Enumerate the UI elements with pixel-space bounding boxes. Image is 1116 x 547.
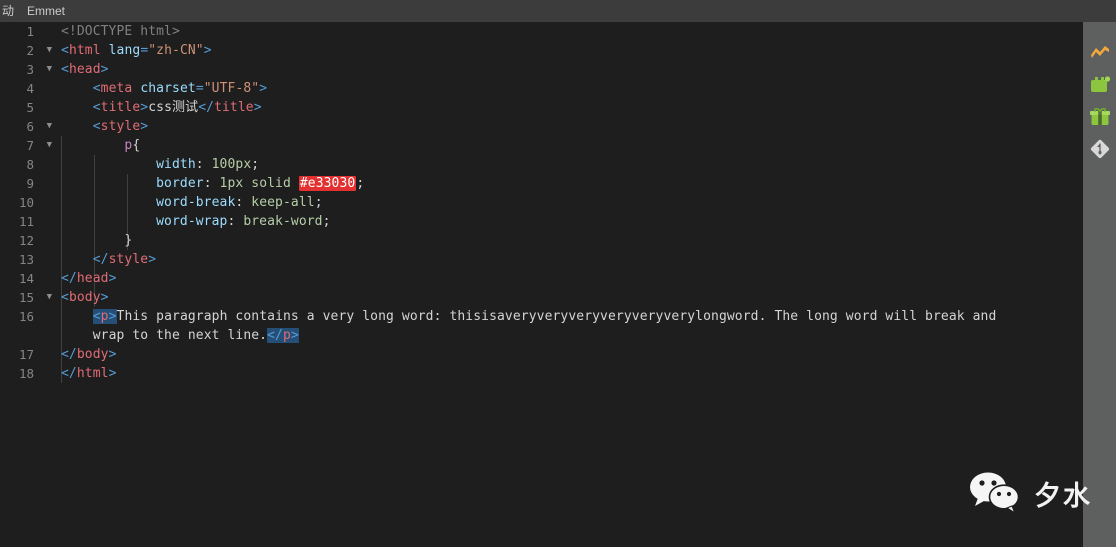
code-line-14: </head>	[61, 271, 117, 286]
code-line-17: </body>	[61, 347, 117, 362]
close-p-tag-highlight[interactable]: </p>	[267, 328, 299, 343]
fold-arrow[interactable]: ▼	[47, 288, 52, 307]
watermark-text: 夕水	[1034, 480, 1092, 512]
menu-item-emmet[interactable]: Emmet	[18, 0, 74, 22]
code-line-3: <head>	[61, 62, 109, 77]
battery-icon	[1090, 76, 1110, 92]
paragraph-text-part1: This paragraph contains a very long word…	[116, 309, 997, 324]
lightning-activity-icon[interactable]	[1083, 38, 1116, 68]
gift-activity-icon[interactable]	[1083, 102, 1116, 132]
gift-icon	[1089, 107, 1110, 125]
editor-window: 动 Emmet 1 2 ▼ 3 ▼ 4 5 6 ▼ 7 ▼ 8 9 10 11 12 13 14 15 ▼ 16 17 18…	[0, 0, 1116, 547]
line-number: 3	[26, 62, 34, 77]
code-line-15: <body>	[61, 290, 109, 305]
line-number: 8	[26, 157, 34, 172]
menu-bar: 动 Emmet	[0, 0, 1116, 22]
activity-bar	[1083, 22, 1116, 547]
line-number: 11	[18, 214, 34, 229]
fold-arrow[interactable]: ▼	[47, 136, 52, 155]
paragraph-text-part2: wrap to the next line.	[92, 328, 268, 343]
open-p-tag-highlight[interactable]: <p>	[92, 309, 117, 324]
lightning-icon	[1090, 46, 1109, 58]
line-number: 15	[18, 290, 34, 305]
line-number: 18	[18, 366, 34, 381]
line-number: 16	[18, 309, 34, 324]
color-swatch-e33030[interactable]: #e33030	[298, 176, 357, 191]
code-editor[interactable]: 1 2 ▼ 3 ▼ 4 5 6 ▼ 7 ▼ 8 9 10 11 12 13 14 15 ▼ 16 17 18 <!DOCTY…	[0, 22, 1083, 547]
code-line-1: <!DOCTYPE html>	[61, 24, 180, 39]
line-number: 12	[18, 233, 34, 248]
code-content-area[interactable]: <!DOCTYPE html> <html lang="zh-CN"> <hea…	[56, 22, 1083, 547]
line-number: 13	[18, 252, 34, 267]
code-line-18: </html>	[61, 366, 117, 381]
code-line-11: word-wrap: break-word;	[156, 214, 331, 229]
line-number: 14	[18, 271, 34, 286]
code-line-7: p{	[124, 138, 141, 153]
diamond-icon	[1090, 139, 1109, 159]
fold-arrow[interactable]: ▼	[47, 117, 52, 136]
code-line-6: <style>	[92, 119, 149, 134]
line-number: 7	[26, 138, 34, 153]
line-number: 10	[18, 195, 34, 210]
code-line-16b: wrap to the next line.</p>	[61, 326, 299, 345]
source-control-diamond-icon[interactable]	[1083, 134, 1116, 164]
code-line-13: </style>	[92, 252, 157, 267]
battery-activity-icon[interactable]	[1083, 70, 1116, 100]
menu-item-clipped[interactable]: 动	[0, 0, 18, 22]
code-line-4: <meta charset="UTF-8">	[92, 81, 268, 96]
fold-arrow[interactable]: ▼	[47, 41, 52, 60]
code-line-2: <html lang="zh-CN">	[61, 43, 212, 58]
line-number: 5	[26, 100, 34, 115]
code-line-10: word-break: keep-all;	[156, 195, 323, 210]
line-number-gutter: 1 2 ▼ 3 ▼ 4 5 6 ▼ 7 ▼ 8 9 10 11 12 13 14 15 ▼ 16 17 18	[0, 22, 56, 547]
code-line-5: <title>css测试</title>	[92, 100, 262, 115]
code-line-9: border: 1px solid #e33030;	[156, 176, 365, 191]
fold-arrow[interactable]: ▼	[47, 60, 52, 79]
line-number: 2	[26, 43, 34, 58]
title-text-token: css测试	[148, 100, 199, 115]
line-number: 9	[26, 176, 34, 191]
line-number: 17	[18, 347, 34, 362]
wechat-logo	[970, 472, 1020, 515]
code-line-8: width: 100px;	[156, 157, 260, 172]
code-line-16a: <p>This paragraph contains a very long w…	[61, 307, 996, 326]
line-number: 1	[26, 24, 34, 39]
line-number: 4	[26, 81, 34, 96]
line-number: 6	[26, 119, 34, 134]
code-line-12: }	[124, 233, 133, 248]
watermark: 夕水	[968, 470, 1092, 516]
